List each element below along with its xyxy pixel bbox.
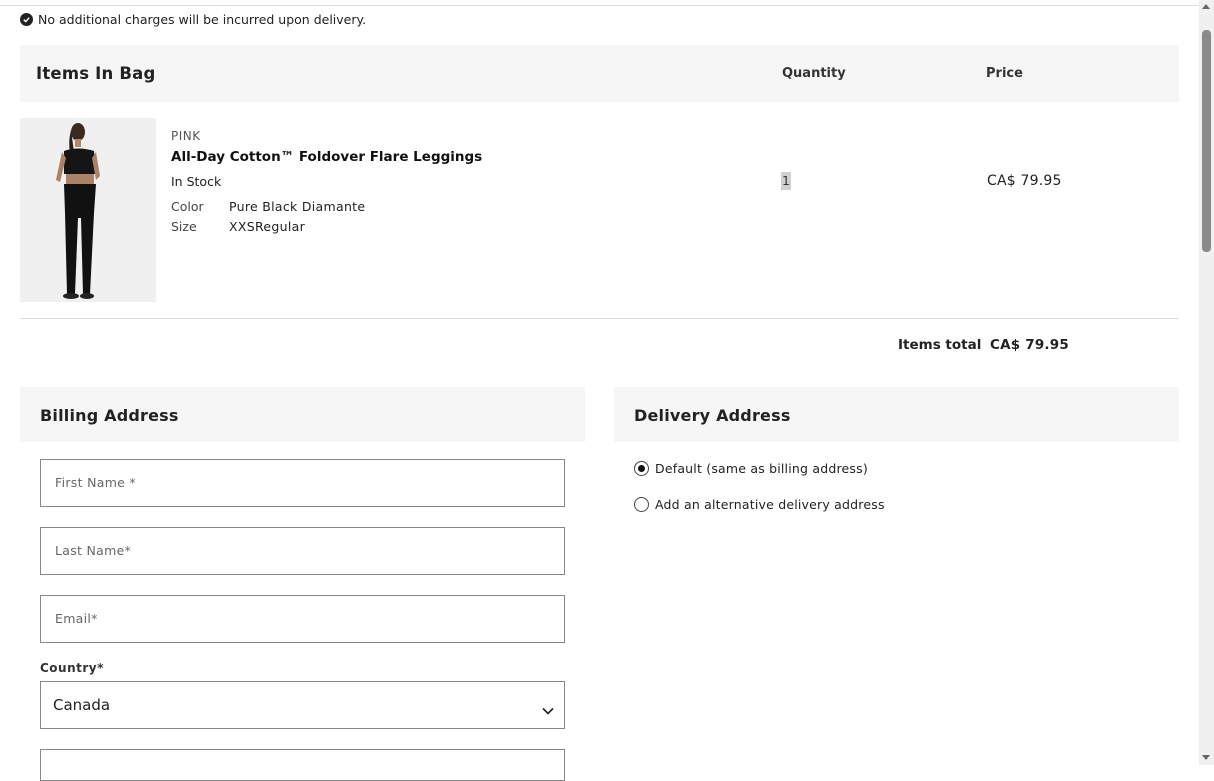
item-price: CA$ 79.95: [987, 173, 1062, 189]
top-divider: [0, 5, 1199, 6]
radio-button-selected[interactable]: [634, 461, 649, 476]
vertical-scrollbar[interactable]: [1199, 0, 1214, 765]
billing-header: Billing Address: [20, 387, 585, 442]
chevron-down-icon: [542, 700, 554, 719]
size-value: XXSRegular: [229, 219, 306, 234]
product-brand: PINK: [171, 129, 201, 143]
quantity-value: 1: [781, 172, 791, 190]
bag-divider: [20, 318, 1179, 319]
delivery-option-label: Add an alternative delivery address: [655, 497, 885, 512]
bag-header: Items In Bag Quantity Price: [20, 45, 1179, 102]
country-select[interactable]: Canada: [40, 681, 565, 729]
first-name-field[interactable]: First Name *: [40, 459, 565, 507]
check-circle-icon: [20, 13, 33, 26]
country-label: Country*: [40, 661, 104, 675]
delivery-title: Delivery Address: [634, 406, 791, 425]
delivery-option-alternative[interactable]: Add an alternative delivery address: [634, 497, 885, 512]
bag-title: Items In Bag: [36, 64, 156, 83]
price-column-header: Price: [986, 66, 1023, 81]
first-name-placeholder: First Name *: [55, 475, 136, 490]
delivery-header: Delivery Address: [614, 387, 1179, 442]
items-total-label: Items total: [898, 337, 982, 353]
product-image[interactable]: [20, 118, 156, 302]
last-name-placeholder: Last Name*: [55, 543, 132, 558]
delivery-notice-text: No additional charges will be incurred u…: [38, 12, 367, 27]
size-label: Size: [171, 219, 197, 234]
items-total-value: CA$ 79.95: [990, 337, 1069, 353]
billing-title: Billing Address: [40, 406, 179, 425]
scroll-down-arrow-icon[interactable]: [1202, 755, 1210, 760]
quantity-column-header: Quantity: [782, 66, 846, 81]
email-placeholder: Email*: [55, 611, 98, 626]
product-name[interactable]: All-Day Cotton™ Foldover Flare Leggings: [171, 149, 482, 165]
scroll-up-arrow-icon[interactable]: [1202, 4, 1210, 9]
delivery-option-label: Default (same as billing address): [655, 461, 868, 476]
color-value: Pure Black Diamante: [229, 199, 366, 214]
radio-button[interactable]: [634, 497, 649, 512]
next-address-field[interactable]: [40, 749, 565, 781]
scrollbar-thumb[interactable]: [1202, 30, 1211, 252]
country-selected-value: Canada: [53, 696, 111, 714]
delivery-option-default[interactable]: Default (same as billing address): [634, 461, 868, 476]
color-label: Color: [171, 199, 204, 214]
stock-status: In Stock: [171, 174, 222, 189]
email-field[interactable]: Email*: [40, 595, 565, 643]
delivery-notice: No additional charges will be incurred u…: [20, 12, 366, 27]
last-name-field[interactable]: Last Name*: [40, 527, 565, 575]
